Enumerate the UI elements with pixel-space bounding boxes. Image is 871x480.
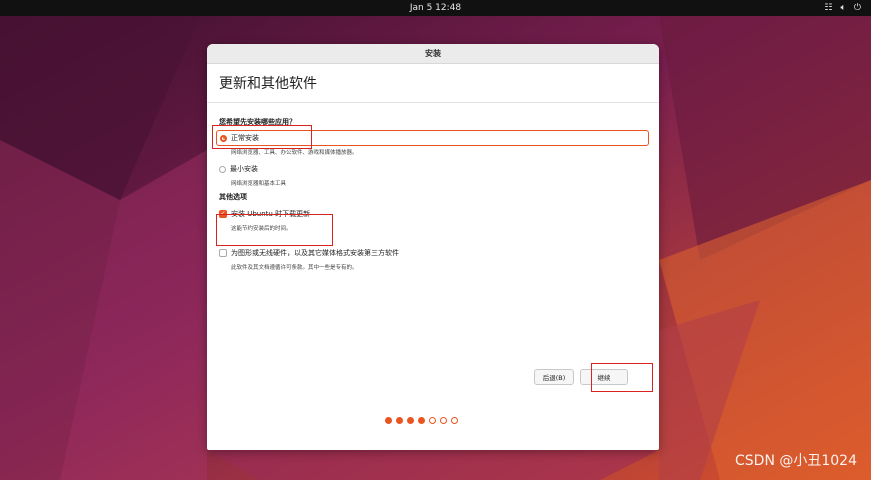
network-icon[interactable]: ☷ bbox=[824, 0, 832, 16]
third-party-checkbox[interactable] bbox=[219, 249, 227, 257]
power-icon[interactable]: ⏻ bbox=[854, 0, 861, 16]
step-dot-completed bbox=[385, 417, 392, 424]
installer-window: 安装 更新和其他软件 您希望先安装哪些应用？ 正常安装 网络浏览器、工具、办公软… bbox=[207, 44, 659, 450]
minimal-install-option[interactable]: 最小安装 bbox=[219, 161, 659, 177]
other-options-title: 其他选项 bbox=[219, 193, 247, 201]
step-indicator bbox=[385, 417, 458, 424]
third-party-label: 为图形或无线硬件，以及其它媒体格式安装第三方软件 bbox=[231, 249, 399, 257]
window-title: 安装 bbox=[207, 44, 659, 64]
volume-icon[interactable]: 🔈︎ bbox=[840, 0, 845, 16]
step-dot-completed bbox=[407, 417, 414, 424]
clock[interactable]: Jan 5 12:48 bbox=[0, 0, 871, 16]
highlight-normal-install bbox=[212, 125, 312, 149]
normal-install-desc: 网络浏览器、工具、办公软件、游戏和媒体播放器。 bbox=[231, 150, 358, 156]
third-party-option[interactable]: 为图形或无线硬件，以及其它媒体格式安装第三方软件 bbox=[219, 245, 659, 261]
page-heading: 更新和其他软件 bbox=[207, 64, 659, 103]
top-bar: Jan 5 12:48 ☷ 🔈︎ ⏻ bbox=[0, 0, 871, 16]
step-dot-pending bbox=[440, 417, 447, 424]
highlight-continue-button bbox=[591, 363, 653, 392]
back-button[interactable]: 后退(B) bbox=[534, 369, 574, 385]
minimal-install-radio[interactable] bbox=[219, 165, 226, 173]
step-dot-completed bbox=[418, 417, 425, 424]
watermark: CSDN @小丑1024 bbox=[735, 453, 857, 469]
third-party-desc: 此软件及其文档遵循许可条款。其中一些是专有的。 bbox=[231, 265, 358, 271]
system-tray[interactable]: ☷ 🔈︎ ⏻ bbox=[824, 0, 861, 16]
step-dot-pending bbox=[451, 417, 458, 424]
minimal-install-desc: 网络浏览器和基本工具 bbox=[231, 181, 287, 187]
highlight-download-updates bbox=[216, 214, 333, 246]
step-dot-pending bbox=[429, 417, 436, 424]
minimal-install-label: 最小安装 bbox=[230, 165, 258, 173]
step-dot-completed bbox=[396, 417, 403, 424]
